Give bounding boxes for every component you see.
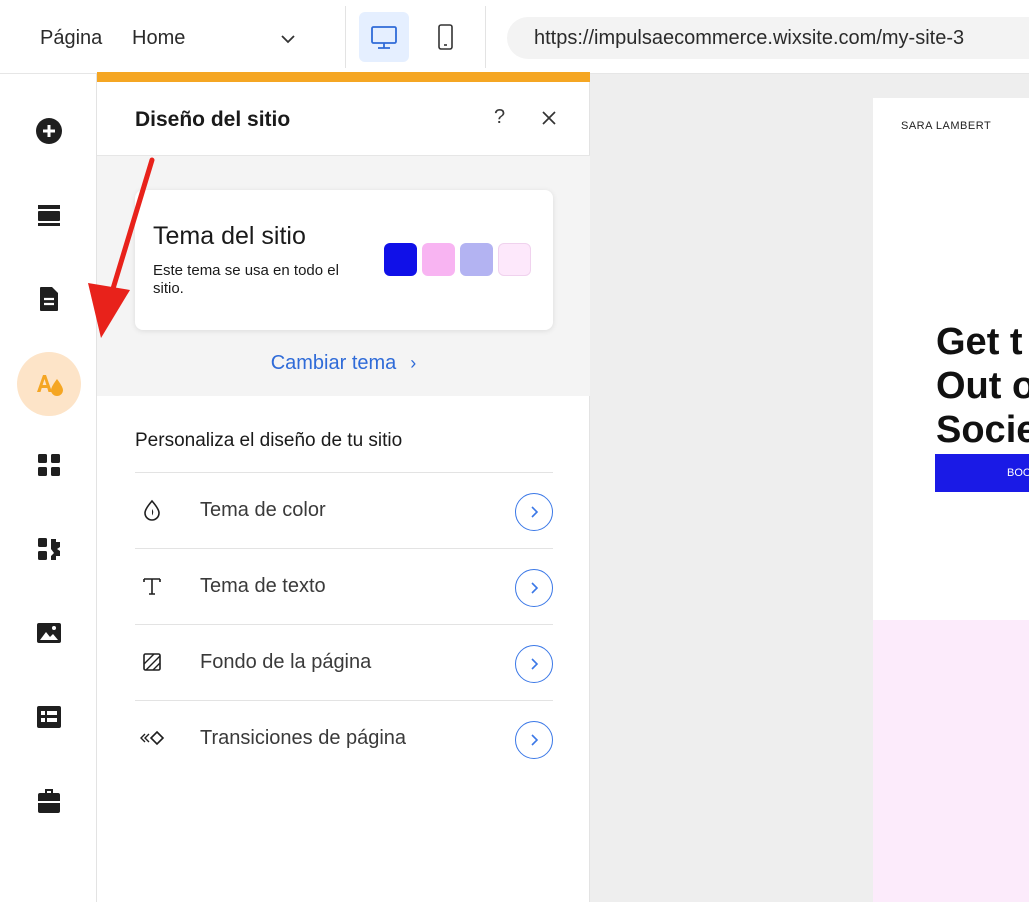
pink-section	[873, 620, 1029, 902]
panel-accent-bar	[97, 72, 590, 82]
site-url: https://impulsaecommerce.wixsite.com/my-…	[534, 27, 965, 49]
panel-title: Diseño del sitio	[135, 108, 291, 131]
option-page-background[interactable]: Fondo de la página	[135, 624, 553, 700]
pages-icon	[40, 287, 58, 311]
theme-section: Tema del sitio Este tema se usa en todo …	[97, 156, 590, 396]
mobile-icon	[438, 24, 453, 50]
business-button[interactable]	[22, 774, 76, 828]
option-text-theme[interactable]: Tema de texto	[135, 548, 553, 624]
add-section-button[interactable]	[22, 188, 76, 242]
change-theme-link[interactable]: Cambiar tema ›	[97, 352, 590, 375]
desktop-view-button[interactable]	[359, 12, 409, 62]
site-preview[interactable]: SARA LAMBERT Get t Out o Socie BOO	[873, 98, 1029, 902]
site-brand: SARA LAMBERT	[901, 120, 992, 132]
help-button[interactable]: ?	[494, 106, 505, 129]
site-theme-card[interactable]: Tema del sitio Este tema se usa en todo …	[135, 190, 553, 330]
color-swatch	[460, 243, 493, 276]
hero-line: Out o	[936, 365, 1029, 407]
text-icon	[139, 573, 165, 599]
option-label: Fondo de la página	[200, 651, 372, 673]
cms-icon	[37, 706, 61, 728]
theme-card-title: Tema del sitio	[153, 222, 306, 250]
panel-header: Diseño del sitio ?	[97, 82, 590, 156]
hero-line: Get t	[936, 321, 1023, 363]
business-icon	[38, 789, 60, 813]
close-icon[interactable]	[539, 108, 559, 128]
chevron-down-icon[interactable]	[278, 29, 298, 49]
site-design-panel: Diseño del sitio ? Tema del sitio Este t…	[97, 72, 590, 902]
hero-heading: Get t Out o Socie	[936, 320, 1029, 452]
customize-heading: Personaliza el diseño de tu sitio	[135, 430, 403, 451]
option-color-theme[interactable]: Tema de color	[135, 472, 553, 548]
desktop-icon	[371, 26, 397, 49]
mobile-view-button[interactable]	[420, 12, 470, 62]
media-icon	[37, 623, 61, 643]
add-apps-icon	[38, 538, 60, 560]
divider	[345, 6, 346, 68]
chevron-right-icon[interactable]	[515, 645, 553, 683]
hero-line: Socie	[936, 409, 1029, 451]
change-theme-label: Cambiar tema	[270, 352, 397, 374]
media-button[interactable]	[22, 606, 76, 660]
chevron-right-icon: ›	[410, 353, 417, 373]
option-label: Transiciones de página	[200, 727, 407, 749]
apps-icon	[38, 454, 60, 476]
cms-button[interactable]	[22, 690, 76, 744]
chevron-right-icon[interactable]	[515, 721, 553, 759]
site-url-field[interactable]: https://impulsaecommerce.wixsite.com/my-…	[507, 17, 1029, 59]
add-icon	[36, 118, 62, 144]
design-options-list: Tema de color Tema de texto Fondo de la …	[135, 472, 553, 776]
site-design-button[interactable]	[17, 352, 81, 416]
pages-button[interactable]	[22, 272, 76, 326]
chevron-right-icon[interactable]	[515, 493, 553, 531]
divider	[485, 6, 486, 68]
page-selector[interactable]: Home	[132, 27, 185, 50]
color-drop-icon	[139, 497, 165, 523]
add-apps-button[interactable]	[22, 522, 76, 576]
apps-button[interactable]	[22, 438, 76, 492]
chevron-right-icon[interactable]	[515, 569, 553, 607]
option-label: Tema de color	[200, 499, 326, 521]
add-elements-button[interactable]	[22, 104, 76, 158]
editor-canvas: SARA LAMBERT Get t Out o Socie BOO	[590, 74, 1029, 902]
option-page-transitions[interactable]: Transiciones de página	[135, 700, 553, 776]
transitions-icon	[139, 725, 165, 751]
sections-icon	[38, 205, 60, 226]
book-button[interactable]: BOO	[935, 454, 1029, 492]
left-toolbar	[0, 74, 97, 902]
site-design-icon	[37, 375, 63, 396]
background-icon	[139, 649, 165, 675]
option-label: Tema de texto	[200, 575, 326, 597]
color-swatch	[498, 243, 531, 276]
color-swatch	[422, 243, 455, 276]
top-bar: Página Home https://impulsaecommerce.wix…	[0, 0, 1029, 74]
page-label: Página	[40, 27, 103, 49]
color-swatch	[384, 243, 417, 276]
theme-card-description: Este tema se usa en todo el sitio.	[153, 262, 339, 297]
